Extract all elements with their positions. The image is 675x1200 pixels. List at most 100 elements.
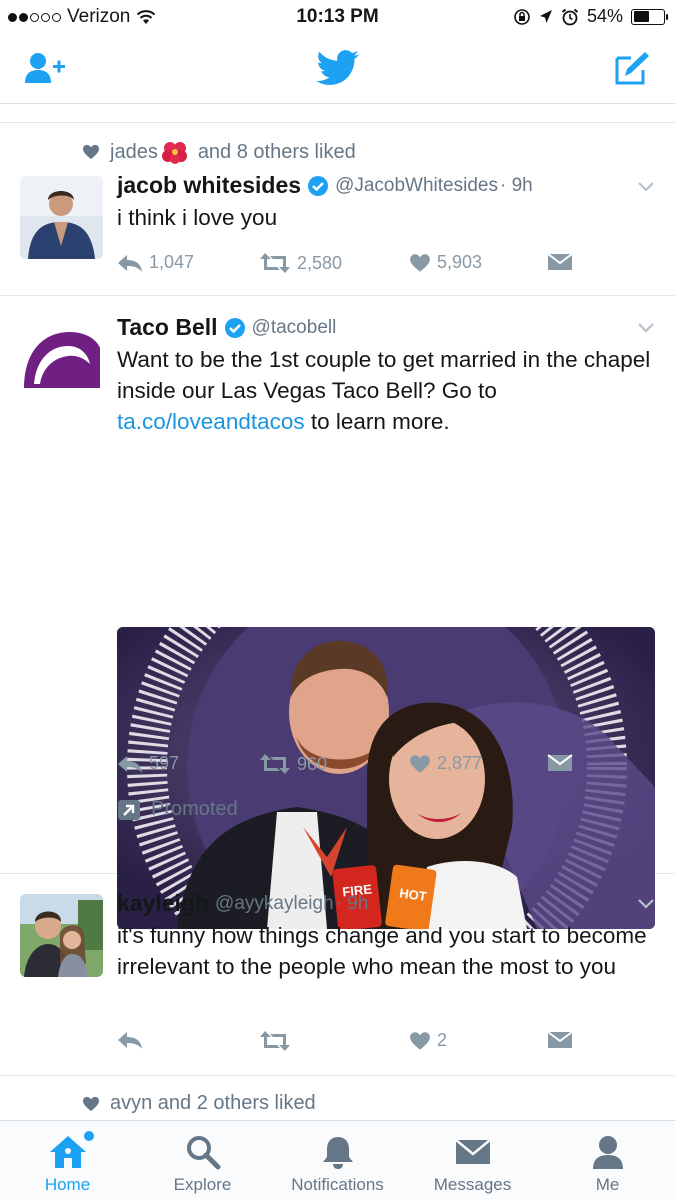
- direct-message-button[interactable]: [547, 252, 573, 272]
- tweet-ayykayleigh[interactable]: kayleigh @ayykayleigh · 9h it's funny ho…: [0, 874, 675, 1076]
- direct-message-button[interactable]: [547, 753, 573, 773]
- tab-label: Explore: [173, 1175, 232, 1194]
- social-context: avyn and 2 others liked: [82, 1092, 316, 1115]
- twitter-logo: [315, 48, 361, 88]
- home-icon: [49, 1136, 86, 1168]
- avatar[interactable]: [20, 318, 103, 401]
- tweet-jacobwhitesides[interactable]: jades and 8 others liked jacob whiteside…: [0, 124, 675, 296]
- taco-bell-logo-icon: [20, 318, 103, 401]
- verified-badge-icon: [224, 317, 245, 338]
- display-name[interactable]: jacob whitesides: [117, 172, 301, 199]
- tweet-text-end: to learn more.: [304, 409, 450, 434]
- bell-icon: [322, 1137, 353, 1169]
- handle[interactable]: @ayykayleigh: [215, 893, 334, 915]
- tweet-tacobell-promoted[interactable]: Taco Bell @tacobell Want to be the 1st c…: [0, 296, 675, 929]
- like-count: 5,903: [437, 252, 483, 272]
- add-user-icon: [25, 53, 65, 83]
- avatar[interactable]: [20, 894, 103, 977]
- tweet-header: Taco Bell @tacobell: [117, 314, 336, 341]
- battery-icon: [631, 8, 668, 25]
- tweet-actions: 597 960 2,877: [117, 753, 577, 779]
- heart-icon: [410, 253, 430, 272]
- compose-icon: [615, 52, 649, 85]
- reply-button[interactable]: 597: [117, 753, 179, 774]
- handle[interactable]: @tacobell: [252, 317, 337, 339]
- promoted-label[interactable]: Promoted: [117, 798, 238, 821]
- timestamp: · 9h: [335, 892, 369, 914]
- add-user-button[interactable]: [24, 48, 68, 88]
- retweet-button[interactable]: 2,580: [259, 252, 342, 274]
- tab-me[interactable]: Me: [540, 1121, 675, 1200]
- new-tweets-dot: [84, 1131, 94, 1141]
- tab-label: Notifications: [291, 1175, 384, 1194]
- heart-icon: [83, 1096, 99, 1111]
- tab-messages[interactable]: Messages: [405, 1121, 540, 1200]
- tweet-header: jacob whitesides @JacobWhitesides · 9h: [117, 172, 533, 199]
- avatar[interactable]: [20, 176, 103, 259]
- timestamp: · 9h: [499, 174, 533, 196]
- like-button[interactable]: 5,903: [409, 252, 482, 273]
- timeline-top-divider: [0, 105, 675, 123]
- status-right: 54%: [513, 6, 668, 27]
- heart-icon: [83, 144, 99, 160]
- like-button[interactable]: 2,877: [409, 753, 482, 774]
- envelope-icon: [547, 253, 573, 270]
- display-name[interactable]: Taco Bell: [117, 314, 218, 341]
- avatar-image: [20, 176, 103, 259]
- reply-icon: [118, 254, 142, 272]
- timeline: jades and 8 others liked jacob whiteside…: [0, 124, 675, 1136]
- retweet-count: 960: [297, 753, 328, 774]
- tab-label: Messages: [433, 1175, 512, 1194]
- chevron-down-icon[interactable]: [637, 181, 655, 193]
- reply-button[interactable]: 1,047: [117, 252, 194, 273]
- reply-button[interactable]: [117, 1030, 143, 1050]
- retweet-button[interactable]: [259, 1030, 291, 1052]
- display-name[interactable]: kayleigh: [117, 890, 209, 917]
- tab-explore[interactable]: Explore: [135, 1121, 270, 1200]
- reply-icon: [118, 1032, 142, 1049]
- envelope-icon: [547, 754, 573, 771]
- tweet-text: i think i love you: [117, 205, 278, 230]
- like-count: 2,877: [437, 753, 483, 773]
- tab-notifications[interactable]: Notifications: [270, 1121, 405, 1200]
- person-icon: [592, 1136, 623, 1169]
- social-context-text: and 8 others liked: [197, 140, 356, 163]
- verified-badge-icon: [308, 175, 329, 196]
- envelope-icon: [454, 1139, 491, 1164]
- tweet-link[interactable]: ta.co/loveandtacos: [117, 409, 305, 434]
- tweet-text: it's funny how things change and you sta…: [117, 923, 647, 979]
- rotation-lock-icon: [514, 8, 530, 25]
- retweet-button[interactable]: 960: [259, 753, 327, 775]
- tab-label: Me: [595, 1175, 620, 1194]
- promoted-arrow-icon: [118, 799, 140, 820]
- chevron-down-icon[interactable]: [637, 322, 655, 334]
- alarm-icon: [561, 8, 579, 25]
- tweet-text-main: Want to be the 1st couple to get married…: [117, 347, 651, 403]
- retweet-icon: [260, 754, 290, 774]
- heart-icon: [410, 754, 430, 773]
- reply-count: 1,047: [149, 252, 195, 272]
- heart-icon: [410, 1031, 430, 1050]
- retweet-icon: [260, 1031, 290, 1051]
- tweet-text: Want to be the 1st couple to get married…: [117, 344, 662, 437]
- tweet-header: kayleigh @ayykayleigh · 9h: [117, 890, 368, 917]
- social-context-name: jades: [110, 140, 158, 163]
- battery-percent: 54%: [586, 6, 623, 26]
- social-context: jades and 8 others liked: [82, 140, 356, 164]
- promoted-text: Promoted: [151, 798, 238, 820]
- tab-home[interactable]: Home: [0, 1121, 135, 1200]
- direct-message-button[interactable]: [547, 1030, 573, 1050]
- like-button[interactable]: 2: [409, 1030, 447, 1051]
- top-nav-bar: [0, 34, 675, 104]
- avatar-image: [20, 894, 103, 977]
- reply-count: 597: [149, 753, 180, 773]
- tweet-actions: 1,047 2,580 5,903: [117, 252, 577, 278]
- retweet-icon: [260, 253, 290, 273]
- bottom-tab-bar: Home Explore Notifications Messages Me: [0, 1120, 675, 1200]
- handle[interactable]: @JacobWhitesides: [335, 175, 498, 197]
- compose-tweet-button[interactable]: [610, 48, 654, 88]
- chevron-down-icon[interactable]: [637, 898, 655, 910]
- retweet-count: 2,580: [297, 252, 343, 273]
- reply-icon: [118, 755, 142, 773]
- search-icon: [186, 1136, 220, 1170]
